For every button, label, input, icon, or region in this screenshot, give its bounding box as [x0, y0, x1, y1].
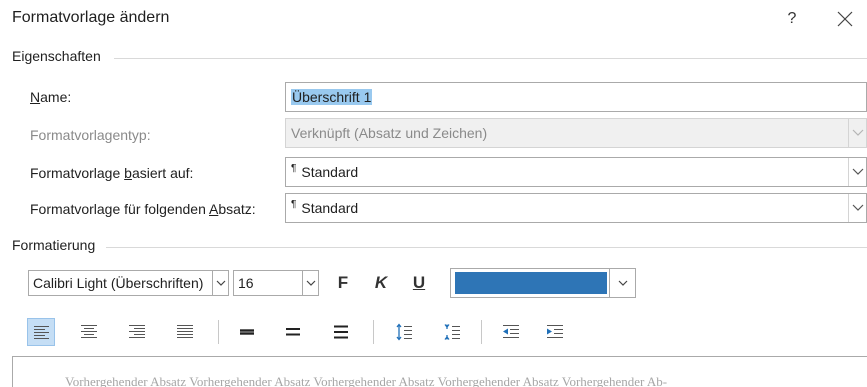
eigenschaften-section-label: Eigenschaften [12, 48, 101, 64]
toolbar-separator [373, 320, 374, 344]
decrease-paragraph-spacing-button[interactable] [438, 318, 466, 346]
justify-button[interactable] [171, 318, 199, 346]
underline-button[interactable]: U [407, 270, 431, 296]
toolbar-separator [218, 320, 219, 344]
type-dropdown: Verknüpft (Absatz und Zeichen) [285, 118, 867, 148]
name-value: Überschrift 1 [291, 89, 373, 105]
align-left-icon [34, 326, 49, 339]
formatierung-section-label: Formatierung [12, 237, 96, 253]
increase-paragraph-spacing-icon [396, 323, 412, 341]
paragraph-icon: ¶ [291, 163, 297, 174]
font-size-dropdown-button[interactable] [302, 271, 318, 295]
based-on-dropdown-arrow[interactable] [848, 158, 866, 186]
chevron-down-icon [216, 280, 226, 286]
based-on-value: Standard [301, 164, 359, 180]
chevron-down-icon [306, 280, 316, 286]
based-on-label: Formatvorlage basiert auf: [30, 165, 194, 181]
italic-button[interactable]: K [369, 270, 393, 296]
close-button[interactable] [832, 6, 858, 32]
decrease-paragraph-spacing-icon [444, 324, 460, 340]
style-preview: Vorhergehender Absatz Vorhergehender Abs… [12, 356, 867, 387]
single-spacing-icon [240, 329, 254, 335]
type-label: Formatvorlagentyp: [30, 127, 151, 143]
name-field[interactable]: Überschrift 1 [285, 82, 867, 112]
type-value: Verknüpft (Absatz und Zeichen) [291, 125, 488, 141]
next-paragraph-dropdown-arrow[interactable] [848, 194, 866, 222]
font-color-picker[interactable] [450, 268, 636, 298]
decrease-indent-button[interactable] [497, 318, 525, 346]
one-half-spacing-button[interactable] [279, 318, 307, 346]
font-name-dropdown-button[interactable] [212, 271, 228, 295]
chevron-down-icon [852, 129, 864, 136]
name-label: Name: [30, 89, 72, 105]
font-size-combo[interactable]: 16 [233, 270, 319, 296]
font-color-swatch [455, 272, 607, 294]
font-name-combo[interactable]: Calibri Light (Überschriften) [28, 270, 229, 296]
increase-indent-icon [547, 325, 563, 338]
formatierung-divider [106, 247, 867, 248]
chevron-down-icon [852, 168, 864, 175]
increase-indent-button[interactable] [541, 318, 569, 346]
next-paragraph-value: Standard [301, 200, 359, 216]
type-dropdown-arrow [848, 119, 866, 147]
font-size-value: 16 [238, 275, 254, 291]
font-color-dropdown-button[interactable] [609, 269, 635, 297]
justify-icon [177, 325, 193, 338]
paragraph-toolbar [0, 318, 867, 348]
bold-button[interactable]: F [331, 270, 355, 296]
paragraph-icon: ¶ [291, 199, 297, 210]
toolbar-separator [481, 320, 482, 344]
single-spacing-button[interactable] [233, 318, 261, 346]
chevron-down-icon [852, 204, 864, 211]
close-icon [837, 11, 853, 27]
increase-paragraph-spacing-button[interactable] [390, 318, 418, 346]
chevron-down-icon [618, 280, 628, 286]
help-button[interactable]: ? [780, 6, 804, 32]
align-right-icon [129, 325, 145, 338]
align-left-button[interactable] [27, 318, 55, 346]
double-spacing-icon [334, 325, 348, 339]
preview-text: Vorhergehender Absatz Vorhergehender Abs… [65, 374, 668, 387]
double-spacing-button[interactable] [327, 318, 355, 346]
align-right-button[interactable] [123, 318, 151, 346]
next-paragraph-label: Formatvorlage für folgenden Absatz: [30, 201, 256, 217]
eigenschaften-divider [114, 58, 867, 59]
align-center-button[interactable] [75, 318, 103, 346]
one-half-spacing-icon [286, 328, 300, 336]
dialog-titlebar: Formatvorlage ändern ? [0, 0, 867, 40]
next-paragraph-dropdown[interactable]: ¶ Standard [285, 193, 867, 223]
align-center-icon [81, 325, 97, 338]
based-on-dropdown[interactable]: ¶ Standard [285, 157, 867, 187]
dialog-title: Formatvorlage ändern [12, 9, 170, 26]
decrease-indent-icon [503, 325, 519, 338]
font-name-value: Calibri Light (Überschriften) [33, 275, 204, 291]
